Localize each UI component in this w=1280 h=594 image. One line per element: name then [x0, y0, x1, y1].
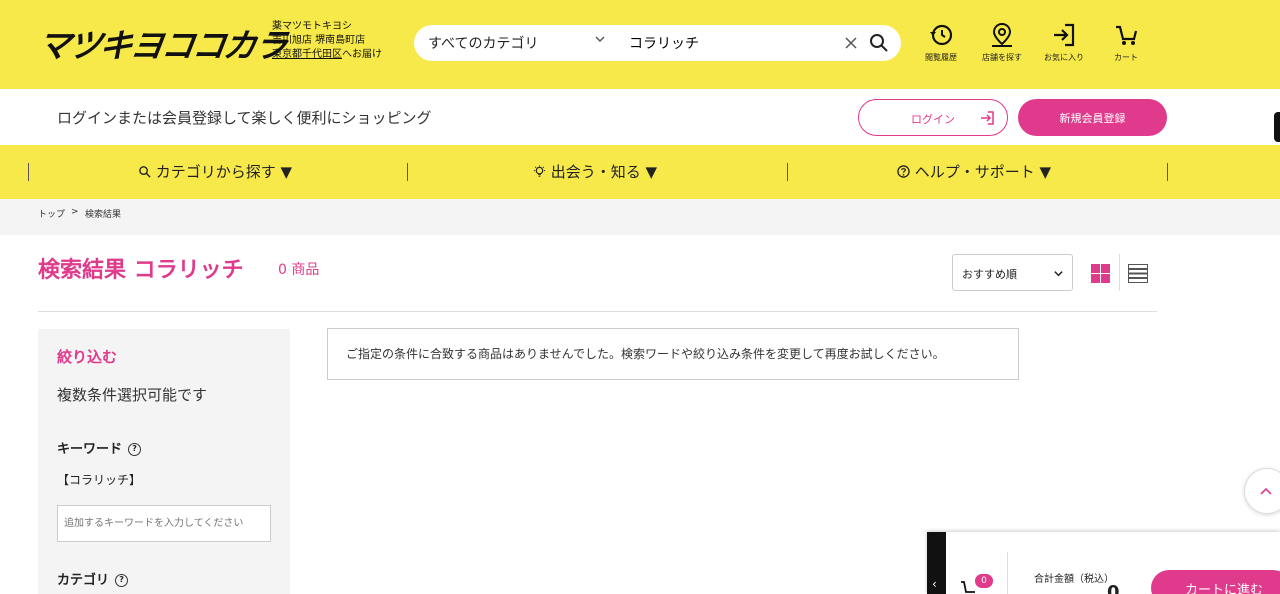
login-arrow-icon: [1054, 23, 1075, 47]
clear-icon[interactable]: [844, 36, 858, 50]
keyword-label: キーワード: [57, 442, 123, 457]
delivery-area-suffix: へお届け: [342, 49, 382, 60]
favorites-label: お気に入り: [1044, 53, 1084, 62]
breadcrumb-separator: >: [71, 207, 79, 217]
search-input[interactable]: [629, 31, 829, 55]
breadcrumb: トップ > 検索結果: [0, 199, 1280, 235]
cart-count-badge: 0: [975, 574, 993, 588]
nav-divider: [787, 163, 788, 181]
view-divider: [1119, 254, 1120, 291]
login-arrow-icon: [981, 111, 994, 125]
store-line-1: 薬マツモトキヨシ: [272, 21, 352, 32]
login-label: ログイン: [911, 113, 955, 126]
keyword-input[interactable]: [57, 505, 271, 542]
cart-total-amount: 0: [1107, 582, 1120, 594]
cart-bar-divider: [1007, 552, 1008, 594]
search-icon: [139, 166, 151, 178]
help-icon: [897, 165, 910, 178]
register-button[interactable]: 新規会員登録: [1018, 99, 1167, 136]
cart-button[interactable]: カート: [1096, 22, 1156, 63]
checkout-button[interactable]: カートに進む: [1151, 570, 1280, 594]
chevron-down-icon[interactable]: [594, 33, 606, 45]
lightbulb-icon: [533, 165, 546, 177]
nav-item-category[interactable]: カテゴリから探す ▼: [138, 161, 292, 182]
history-button[interactable]: 閲覧履歴: [911, 22, 971, 63]
nav-item-help[interactable]: ヘルプ・サポート ▼: [897, 161, 1051, 182]
chevron-down-icon: [1054, 271, 1063, 277]
nav-divider: [1167, 163, 1168, 181]
search-bar: すべてのカテゴリ: [414, 25, 901, 61]
login-bar: ログインまたは会員登録して楽しく便利にショッピング ログイン 新規会員登録: [0, 89, 1280, 145]
page-title: 検索結果 コラリッチ: [38, 258, 244, 283]
side-tab[interactable]: [1274, 112, 1280, 142]
store-line-2: 吉川旭店 堺南島町店: [272, 35, 366, 46]
grid-view-icon[interactable]: [1091, 264, 1110, 283]
result-count: 0 商品: [278, 262, 320, 278]
header: マツキヨココカラ 薬マツモトキヨシ 吉川旭店 堺南島町店 東京都千代田区へお届け…: [0, 0, 1280, 89]
login-button[interactable]: ログイン: [858, 99, 1008, 136]
store-finder-label: 店舗を探す: [982, 53, 1022, 62]
mini-cart-bar: ‹ 0 合計金額（税込） 0 カートに進む: [927, 532, 1280, 594]
nav-item-label: 出会う・知る ▼: [550, 163, 658, 181]
delivery-area-link[interactable]: 東京都千代田区: [272, 49, 342, 60]
search-category-select[interactable]: すべてのカテゴリ: [428, 33, 538, 53]
filter-sidebar: 絞り込む 複数条件選択可能です キーワード? 【コラリッチ】 カテゴリ?: [38, 329, 290, 594]
scroll-top-button[interactable]: [1244, 468, 1280, 514]
help-icon[interactable]: ?: [128, 443, 142, 456]
empty-results-message: ご指定の条件に合致する商品はありませんでした。検索ワードや絞り込み条件を変更して…: [327, 328, 1019, 380]
filter-heading: 絞り込む: [57, 348, 118, 366]
breadcrumb-home[interactable]: トップ: [38, 207, 65, 220]
store-finder-button[interactable]: 店舗を探す: [972, 22, 1032, 63]
category-label: カテゴリ: [57, 573, 110, 588]
nav-divider: [407, 163, 408, 181]
cart-bar-toggle[interactable]: ‹: [927, 532, 946, 594]
main-nav: カテゴリから探す ▼ 出会う・知る ▼ ヘルプ・サポート ▼: [0, 145, 1280, 199]
cart-total-label: 合計金額（税込）: [1034, 574, 1114, 585]
nav-divider: [28, 163, 29, 181]
delivery-area[interactable]: 東京都千代田区へお届け: [272, 48, 382, 62]
nav-item-label: ヘルプ・サポート ▼: [914, 163, 1052, 181]
logo-text: マツキヨココカラ: [34, 26, 289, 65]
filter-subheading: 複数条件選択可能です: [57, 386, 208, 404]
logo[interactable]: マツキヨココカラ: [35, 20, 288, 66]
nav-item-label: カテゴリから探す ▼: [155, 163, 293, 181]
sort-value: おすすめ順: [962, 268, 1017, 281]
breadcrumb-current: 検索結果: [85, 210, 122, 220]
cart-icon: [1116, 25, 1138, 45]
store-info[interactable]: 薬マツモトキヨシ 吉川旭店 堺南島町店 東京都千代田区へお届け: [272, 20, 382, 62]
sort-select[interactable]: おすすめ順: [952, 254, 1073, 291]
history-label: 閲覧履歴: [925, 53, 957, 62]
chevron-left-icon: ‹: [932, 577, 937, 591]
keyword-value: 【コラリッチ】: [57, 473, 142, 487]
list-view-icon[interactable]: [1128, 264, 1148, 283]
location-pin-icon: [992, 22, 1012, 47]
login-message: ログインまたは会員登録して楽しく便利にショッピング: [57, 109, 432, 127]
help-icon[interactable]: ?: [115, 574, 129, 587]
category-section-title: カテゴリ?: [57, 569, 129, 588]
nav-item-discover[interactable]: 出会う・知る ▼: [533, 161, 657, 182]
cart-label: カート: [1114, 53, 1138, 62]
search-icon[interactable]: [868, 32, 890, 54]
title-divider: [38, 311, 1157, 312]
history-icon: [930, 24, 953, 46]
chevron-up-icon: [1260, 487, 1272, 495]
keyword-section-title: キーワード?: [57, 438, 142, 457]
favorites-button[interactable]: お気に入り: [1034, 22, 1094, 63]
